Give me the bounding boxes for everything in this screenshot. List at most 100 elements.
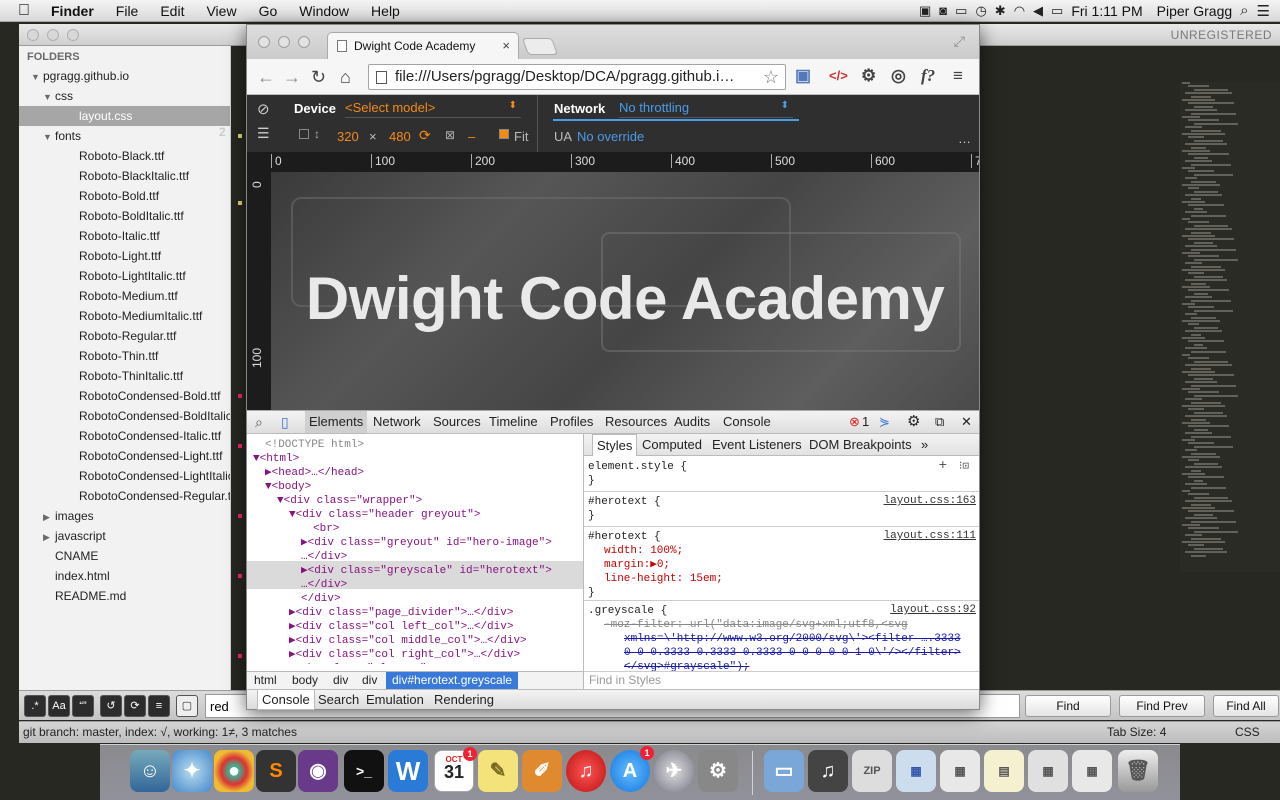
dom-node[interactable]: ▶<div class="col middle_col">…</div> (289, 634, 527, 648)
fullscreen-icon[interactable]: ⤢ (954, 33, 965, 50)
folder-item[interactable]: ▶ javascript (19, 526, 230, 546)
error-icon[interactable]: ⊗ (849, 411, 860, 433)
crumb-body[interactable]: body (292, 672, 318, 689)
dom-node[interactable]: ▶<div class="col left_col">…</div> (289, 620, 513, 634)
dom-node[interactable]: ▶<head>…</head> (265, 466, 364, 480)
more-tabs-icon[interactable]: » (921, 434, 928, 455)
file-item[interactable]: RobotoCondensed-Regular.ttf (19, 486, 230, 506)
crumb-html[interactable]: html (254, 672, 277, 689)
drawer-toggle-icon[interactable]: ☰ (257, 125, 270, 142)
dom-node[interactable]: ▶<div class="col right_col">…</div> (289, 648, 520, 662)
width-field[interactable]: 320 (337, 129, 359, 144)
tab-elements[interactable]: Elements (305, 411, 368, 433)
window-thumbnail-icon[interactable]: ▤ (984, 750, 1024, 792)
folder-item[interactable]: ▶ images (19, 506, 230, 526)
disclosure-open-icon[interactable]: ▼ (31, 67, 43, 87)
tab-close-icon[interactable]: × (502, 33, 510, 59)
bluetooth-icon[interactable]: ✱ (995, 3, 1006, 19)
menubar-user[interactable]: Piper Gragg (1151, 3, 1232, 19)
tab-dom-breakpoints[interactable]: DOM Breakpoints (809, 434, 912, 455)
crumb-div[interactable]: div (362, 672, 377, 689)
whole-word-toggle[interactable]: “” (72, 695, 94, 717)
sublime-text-icon[interactable]: S (256, 750, 296, 792)
file-item[interactable]: RobotoCondensed-BoldItalic.ttf (19, 406, 230, 426)
block-icon[interactable]: ⊘ (257, 100, 270, 118)
music-folder-icon[interactable]: ♫ (808, 750, 848, 792)
window-thumbnail-icon[interactable]: ▦ (896, 750, 936, 792)
tab-audits[interactable]: Audits (674, 411, 710, 433)
resolution-checkbox[interactable] (299, 129, 309, 139)
rule-selector[interactable]: .greyscale { (588, 604, 667, 618)
app-store-icon[interactable]: A1 (610, 746, 654, 792)
ua-select[interactable]: No override (577, 129, 644, 144)
dom-node[interactable]: ▼<body> (265, 480, 311, 494)
volume-icon[interactable]: ◀ (1033, 3, 1043, 19)
settings-gear-icon[interactable]: ⚙ (907, 411, 920, 433)
find-all-button[interactable]: Find All (1213, 695, 1279, 717)
gear-icon[interactable]: ⚙ (861, 66, 876, 86)
disclosure-open-icon[interactable]: ▼ (43, 87, 55, 107)
code-extension-icon[interactable]: </> (829, 68, 848, 83)
wifi-icon[interactable]: ◠ (1014, 3, 1025, 19)
menu-icon[interactable]: ≡ (953, 66, 963, 86)
folder-icon[interactable]: ▭ (764, 750, 804, 792)
tab-event-listeners[interactable]: Event Listeners (712, 434, 802, 455)
dom-node[interactable]: <!DOCTYPE html> (265, 438, 364, 452)
file-item[interactable]: layout.css (19, 106, 230, 126)
zip-file-icon[interactable]: ZIP (852, 750, 892, 792)
tab-styles[interactable]: Styles (592, 434, 638, 456)
css-property-overridden[interactable]: -moz-filter: url("data:image/svg+xml;utf… (604, 618, 908, 632)
error-count[interactable]: 1 (862, 411, 869, 433)
extension-icon[interactable]: ▣ (795, 66, 811, 86)
settings-extension-icon[interactable]: ◎ (891, 66, 906, 86)
inspect-icon[interactable]: ⌕ (255, 411, 263, 433)
rule-source-link[interactable]: layout.css:111 (884, 530, 976, 542)
rule-source-link[interactable]: layout.css:92 (890, 604, 976, 616)
file-item[interactable]: RobotoCondensed-Italic.ttf (19, 426, 230, 446)
dock-side-icon[interactable]: ⧉ (935, 411, 944, 433)
toggle-element-state-icon[interactable]: ⁝⊡ (959, 459, 969, 473)
element-style-selector[interactable]: element.style { (588, 460, 687, 474)
stickies-icon[interactable]: ✎ (478, 750, 518, 792)
file-item[interactable]: RobotoCondensed-LightItalic.ttf (19, 466, 230, 486)
file-item[interactable]: Roboto-BoldItalic.ttf (19, 206, 230, 226)
file-item[interactable]: Roboto-Thin.ttf (19, 346, 230, 366)
dom-node[interactable]: …</div> (301, 578, 347, 592)
network-select[interactable]: No throttling ⬍ (619, 100, 793, 118)
drawer-tab-emulation[interactable]: Emulation (366, 690, 424, 709)
folder-item[interactable]: ▼ css (19, 86, 230, 106)
zoom-button[interactable] (298, 36, 310, 48)
folder-item[interactable]: ▼ pgragg.github.io (19, 66, 230, 86)
disclosure-closed-icon[interactable]: ▶ (43, 527, 55, 547)
tab-profiles[interactable]: Profiles (550, 411, 593, 433)
reload-icon[interactable]: ↻ (311, 67, 326, 88)
dom-node[interactable]: ▼<div class="header greyout"> (289, 508, 480, 522)
highlight-toggle-icon[interactable]: ≡ (148, 695, 170, 717)
drawer-tab-rendering[interactable]: Rendering (434, 690, 494, 709)
css-property[interactable]: margin:▶0; (604, 558, 670, 572)
zoom-button[interactable] (67, 29, 79, 41)
case-toggle[interactable]: Aa (48, 695, 70, 717)
menu-go[interactable]: Go (248, 3, 289, 19)
tab-timeline[interactable]: Timeline (489, 411, 538, 433)
github-icon[interactable]: ◉ (298, 750, 338, 792)
elements-tree[interactable]: <!DOCTYPE html> ▼<html> ▶<head>…</head> ▼<b… (247, 434, 583, 664)
dom-node[interactable]: …</div> (301, 550, 347, 564)
dom-node[interactable]: <br class="clearer"> (301, 662, 433, 664)
tab-computed[interactable]: Computed (642, 434, 702, 455)
new-tab-button[interactable] (521, 38, 559, 55)
find-button[interactable]: Find (1025, 695, 1111, 717)
dom-node[interactable]: </div> (301, 592, 341, 606)
in-selection-toggle-icon[interactable]: ⟳ (124, 695, 146, 717)
camera-icon[interactable]: ◙ (939, 3, 947, 18)
file-item[interactable]: CNAME (19, 546, 230, 566)
file-item[interactable]: Roboto-Bold.ttf (19, 186, 230, 206)
minimize-button[interactable] (47, 29, 59, 41)
file-item[interactable]: RobotoCondensed-Light.ttf (19, 446, 230, 466)
menu-edit[interactable]: Edit (149, 3, 195, 19)
file-item[interactable]: Roboto-LightItalic.ttf (19, 266, 230, 286)
browser-tab[interactable]: Dwight Code Academy × (327, 32, 519, 59)
dom-node[interactable]: <br> (313, 522, 339, 536)
tab-network[interactable]: Network (373, 411, 421, 433)
window-thumbnail-icon[interactable]: ▦ (1028, 750, 1068, 792)
